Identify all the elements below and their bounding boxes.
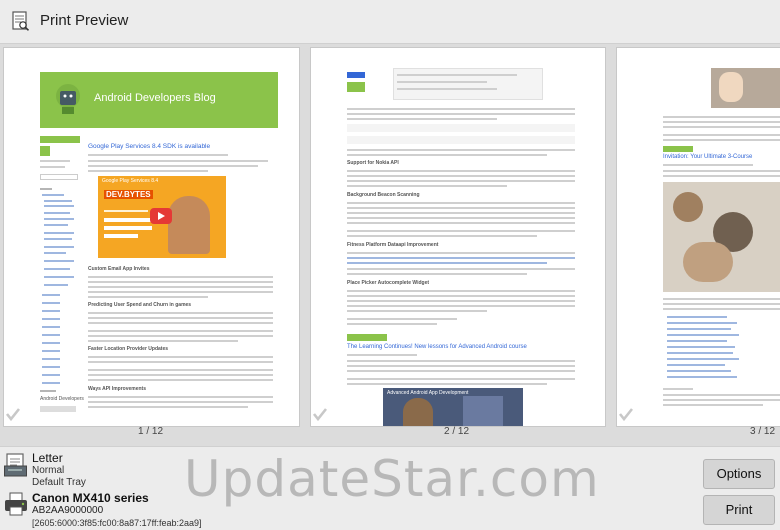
post-title: Invitation: Your Ultimate 3-Course	[663, 154, 753, 160]
paper-icon	[4, 453, 27, 477]
title-bar: Print Preview	[0, 0, 780, 44]
watermark: UpdateStar.com	[184, 450, 600, 508]
section-heading-4: Place Picker Autocomplete Widget	[347, 280, 430, 286]
page-number-3: 3 / 12	[750, 426, 776, 437]
printer-address: [2605:6000:3f85:fc00:8a87:17ff:feab:2aa9…	[32, 518, 202, 528]
paper-size-label[interactable]: Letter	[32, 451, 63, 465]
page-number-1: 1 / 12	[138, 426, 164, 437]
video-embed[interactable]: Advanced Android App Development	[383, 388, 523, 426]
video-title: Advanced Android App Development	[387, 390, 469, 396]
blog-banner-title: Android Developers Blog	[94, 92, 216, 104]
android-logo-icon	[56, 84, 80, 114]
print-button[interactable]: Print	[703, 495, 775, 525]
post-title: The Learning Continues! New lessons for …	[347, 344, 527, 350]
print-quality-label[interactable]: Normal	[32, 465, 64, 476]
options-button[interactable]: Options	[703, 459, 775, 489]
section-heading-1: Custom Email App Invites	[88, 266, 150, 272]
section-heading-4: Ways API Improvements	[88, 386, 146, 392]
section-heading-3: Fitness Platform Dataapi Improvement	[347, 242, 439, 248]
section-heading-3: Faster Location Provider Updates	[88, 346, 169, 352]
printer-icon	[5, 492, 27, 516]
page-thumbnail-2[interactable]: Support for Nokia API Background Beacon …	[310, 47, 606, 427]
section-heading-2: Background Beacon Scanning	[347, 192, 420, 198]
print-preview-icon	[12, 11, 30, 31]
page-3-select-checkbox[interactable]	[618, 406, 634, 422]
post-title: Google Play Services 8.4 SDK is availabl…	[88, 143, 211, 150]
page-1-select-checkbox[interactable]	[5, 406, 21, 422]
play-button-icon[interactable]	[150, 208, 172, 224]
page-image	[663, 182, 780, 292]
printer-name[interactable]: Canon MX410 series	[32, 491, 149, 505]
video-brand: DEV.BYTES	[104, 190, 153, 199]
blog-banner: Android Developers Blog	[40, 72, 278, 128]
page-2-select-checkbox[interactable]	[312, 406, 328, 422]
paper-tray-label[interactable]: Default Tray	[32, 477, 86, 488]
page-number-2: 2 / 12	[444, 426, 470, 437]
video-embed[interactable]: Google Play Services 8.4 DEV.BYTES	[98, 176, 226, 258]
page-thumbnail-1[interactable]: Android Developers Blog Google Play Serv…	[3, 47, 300, 427]
window-title: Print Preview	[40, 12, 129, 29]
sidebar-title: Android Developers	[40, 396, 84, 402]
video-title: Google Play Services 8.4	[102, 178, 159, 184]
page-thumbnail-3[interactable]: Invitation: Your Ultimate 3-Course	[616, 47, 780, 427]
section-heading-2: Predicting User Spend and Churn in games	[88, 302, 192, 308]
section-heading-1: Support for Nokia API	[347, 160, 399, 166]
page-thumbnail-strip[interactable]: Android Developers Blog Google Play Serv…	[0, 44, 780, 446]
printer-id: AB2AA9000000	[32, 505, 104, 516]
